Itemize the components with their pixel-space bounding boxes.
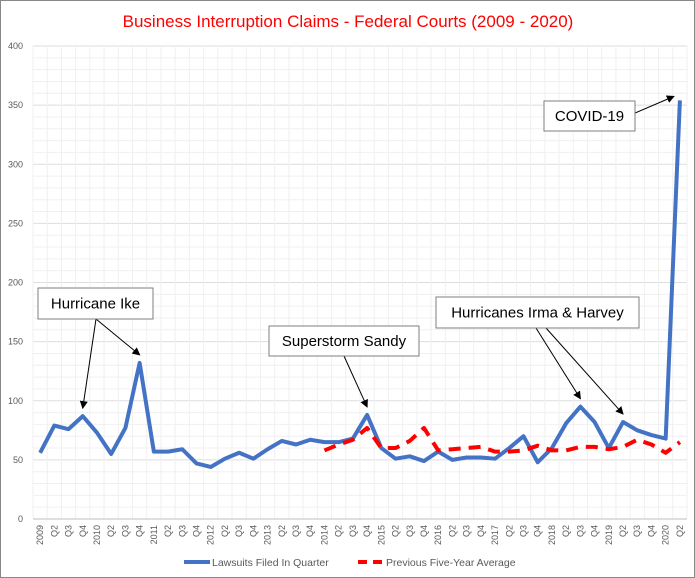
x-tick-label: Q4	[305, 525, 315, 537]
x-tick-label: 2019	[604, 525, 614, 545]
x-tick-label: Q2	[106, 525, 116, 537]
y-tick-label: 100	[8, 396, 23, 406]
y-tick-label: 150	[8, 337, 23, 347]
y-tick-label: 200	[8, 278, 23, 288]
annotation-label: COVID-19	[555, 108, 624, 125]
x-tick-label: Q2	[277, 525, 287, 537]
x-tick-label: Q3	[405, 525, 415, 537]
x-tick-label: Q4	[419, 525, 429, 537]
x-tick-label: Q3	[64, 525, 74, 537]
chart-title: Business Interruption Claims - Federal C…	[123, 12, 574, 31]
x-tick-label: Q3	[234, 525, 244, 537]
x-tick-label: 2014	[319, 525, 329, 545]
x-tick-label: 2012	[206, 525, 216, 545]
annotation-label: Superstorm Sandy	[282, 333, 407, 350]
y-tick-label: 300	[8, 159, 23, 169]
x-tick-label: Q3	[291, 525, 301, 537]
x-tick-label: Q3	[120, 525, 130, 537]
legend-label: Previous Five-Year Average	[386, 557, 516, 569]
x-tick-label: 2018	[547, 525, 557, 545]
x-tick-label: Q2	[561, 525, 571, 537]
x-tick-label: Q2	[447, 525, 457, 537]
y-tick-label: 0	[18, 514, 23, 524]
legend-label: Lawsuits Filed In Quarter	[212, 557, 329, 569]
x-tick-label: Q4	[646, 525, 656, 537]
x-tick-label: Q3	[519, 525, 529, 537]
annotation-arrow	[343, 355, 368, 408]
x-tick-label: Q4	[362, 525, 372, 537]
x-tick-label: Q3	[348, 525, 358, 537]
x-tick-label: Q4	[135, 525, 145, 537]
annotation-label: Hurricane Ike	[51, 296, 140, 313]
x-tick-label: 2016	[433, 525, 443, 545]
x-tick-label: Q4	[590, 525, 600, 537]
x-tick-label: Q2	[675, 525, 685, 537]
x-tick-label: Q3	[575, 525, 585, 537]
x-tick-label: Q3	[632, 525, 642, 537]
x-tick-label: Q2	[220, 525, 230, 537]
x-tick-label: 2009	[35, 525, 45, 545]
x-tick-label: 2013	[263, 525, 273, 545]
y-tick-label: 250	[8, 218, 23, 228]
x-tick-label: Q4	[476, 525, 486, 537]
x-tick-label: Q2	[618, 525, 628, 537]
x-tick-label: Q2	[504, 525, 514, 537]
x-tick-label: Q4	[78, 525, 88, 537]
x-tick-label: 2020	[661, 525, 671, 545]
x-tick-label: Q4	[248, 525, 258, 537]
x-tick-label: Q2	[163, 525, 173, 537]
x-tick-label: 2011	[149, 525, 159, 544]
x-tick-label: Q3	[462, 525, 472, 537]
annotation-label: Hurricanes Irma & Harvey	[451, 305, 624, 322]
x-tick-label: 2017	[490, 525, 500, 545]
y-tick-label: 50	[13, 455, 23, 465]
chart-svg: 0 50 100 150 200 250 300 350 400 2009 Q2 Q3 Q4 2010 Q2…	[8, 12, 688, 569]
x-tick-label: Q2	[391, 525, 401, 537]
x-tick-label: Q4	[533, 525, 543, 537]
x-tick-label: 2015	[376, 525, 386, 545]
chart: 0 50 100 150 200 250 300 350 400 2009 Q2 Q3 Q4 2010 Q2…	[0, 0, 695, 578]
y-tick-label: 400	[8, 41, 23, 51]
x-tick-label: Q2	[334, 525, 344, 537]
x-tick-label: Q4	[192, 525, 202, 537]
y-tick-label: 350	[8, 100, 23, 110]
x-tick-label: 2010	[92, 525, 102, 545]
x-tick-label: Q2	[49, 525, 59, 537]
x-tick-label: Q3	[177, 525, 187, 537]
